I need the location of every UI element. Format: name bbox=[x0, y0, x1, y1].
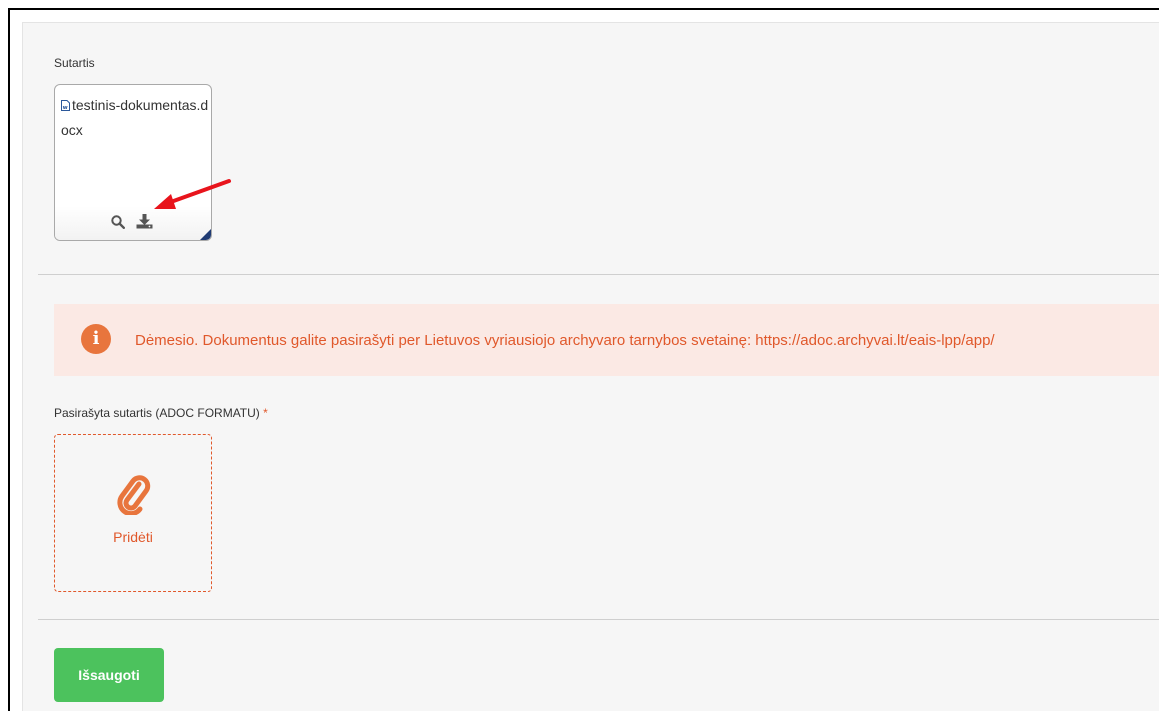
contract-label: Sutartis bbox=[54, 56, 95, 70]
annotation-arrow-icon bbox=[154, 179, 231, 209]
word-document-icon: w bbox=[61, 100, 70, 111]
notice-text: Dėmesio. Dokumentus galite pasirašyti pe… bbox=[135, 332, 995, 349]
file-card: w testinis-dokumentas.docx bbox=[54, 84, 212, 241]
signed-contract-label: Pasirašyta sutartis (ADOC FORMATU) * bbox=[54, 406, 268, 420]
upload-dropzone[interactable]: Pridėti bbox=[54, 434, 212, 592]
corner-marker bbox=[200, 229, 211, 240]
divider bbox=[38, 274, 1159, 275]
notice-banner: i Dėmesio. Dokumentus galite pasirašyti … bbox=[54, 304, 1159, 376]
required-mark: * bbox=[263, 406, 268, 420]
info-icon: i bbox=[81, 324, 111, 354]
file-name-link[interactable]: w testinis-dokumentas.docx bbox=[61, 93, 211, 143]
signed-contract-label-text: Pasirašyta sutartis (ADOC FORMATU) bbox=[54, 406, 260, 420]
file-name-text: testinis-dokumentas.docx bbox=[61, 97, 209, 138]
save-button[interactable]: Išsaugoti bbox=[54, 648, 164, 702]
divider bbox=[38, 619, 1159, 620]
svg-text:w: w bbox=[63, 105, 68, 111]
upload-label: Pridėti bbox=[113, 529, 153, 545]
download-icon[interactable] bbox=[136, 214, 153, 229]
paperclip-icon bbox=[117, 475, 151, 515]
search-icon[interactable] bbox=[111, 215, 125, 229]
